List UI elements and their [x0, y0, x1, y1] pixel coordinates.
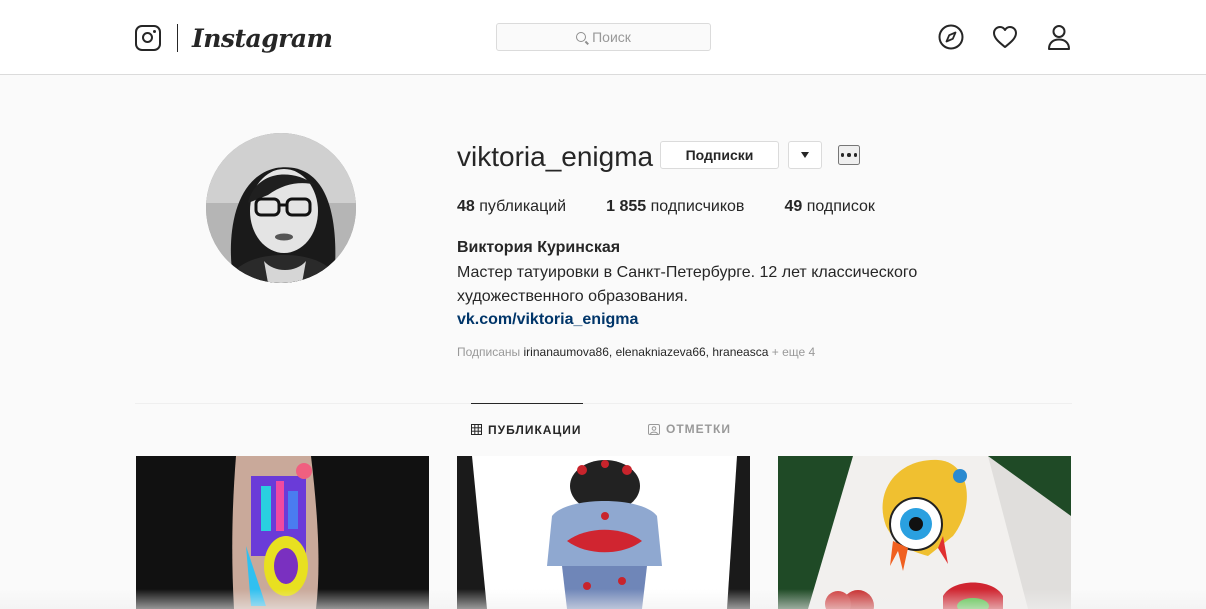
- followed-by-line[interactable]: Подписаны irinanaumova86, elenakniazeva6…: [457, 344, 815, 360]
- instagram-wordmark: Instagram: [192, 23, 333, 53]
- profile-stats: 48 публикаций 1 855 подписчиков 49 подпи…: [457, 197, 915, 217]
- instagram-logo[interactable]: Instagram: [135, 22, 333, 54]
- profile-website-link[interactable]: vk.com/viktoria_enigma: [457, 309, 638, 331]
- tabs-divider: [135, 403, 1072, 404]
- following-label: подписок: [806, 198, 875, 215]
- caret-down-icon: [801, 152, 809, 158]
- post-image-tattoo-arm: [136, 456, 429, 609]
- profile-bio: Мастер татуировки в Санкт-Петербурге. 12…: [457, 264, 918, 305]
- tagged-photo-icon: [648, 423, 660, 435]
- logo-divider: [177, 24, 178, 52]
- posts-count: 48: [457, 198, 475, 215]
- followers-label: подписчиков: [650, 198, 745, 215]
- search-placeholder: Поиск: [592, 29, 631, 45]
- following-stat[interactable]: 49 подписок: [784, 197, 874, 217]
- followers-stat[interactable]: 1 855 подписчиков: [606, 197, 744, 217]
- posts-stat: 48 публикаций: [457, 197, 566, 217]
- followed-by-user: irinanaumova86: [523, 345, 609, 359]
- followers-count: 1 855: [606, 198, 647, 215]
- profile-full-name: Виктория Куринская: [457, 239, 621, 256]
- profile-username: viktoria_enigma: [457, 141, 654, 172]
- tab-tagged-label: ОТМЕТКИ: [666, 422, 731, 436]
- followed-by-more: + еще 4: [771, 345, 816, 359]
- search-input[interactable]: Поиск: [496, 23, 711, 51]
- tab-posts[interactable]: ПУБЛИКАЦИИ: [471, 403, 584, 455]
- more-dot-icon: [853, 153, 858, 157]
- following-button[interactable]: Подписки: [660, 141, 779, 169]
- grid-icon: [471, 424, 482, 435]
- instagram-camera-icon: [135, 25, 161, 51]
- profile-person-icon[interactable]: [1045, 23, 1073, 51]
- post-thumbnail[interactable]: [457, 456, 750, 609]
- avatar-photo: [206, 133, 356, 283]
- posts-label: публикаций: [479, 198, 567, 215]
- more-dot-icon: [840, 153, 845, 157]
- top-navigation-bar: Instagram Поиск: [0, 0, 1206, 75]
- followed-by-user: elenakniazeva66: [615, 345, 706, 359]
- suggestions-dropdown-button[interactable]: [788, 141, 822, 169]
- followed-by-user: hraneasca: [712, 345, 769, 359]
- explore-compass-icon[interactable]: [937, 23, 965, 51]
- tab-posts-label: ПУБЛИКАЦИИ: [488, 422, 582, 437]
- post-image-flash-sheet: [778, 456, 1071, 609]
- post-image-framed-drawing: [457, 456, 750, 609]
- search-icon: [576, 32, 587, 42]
- post-thumbnail[interactable]: [778, 456, 1071, 609]
- followed-by-prefix: Подписаны: [457, 345, 521, 359]
- more-dot-icon: [847, 153, 851, 157]
- post-thumbnail[interactable]: [136, 456, 429, 609]
- more-options-button[interactable]: [838, 145, 860, 165]
- following-count: 49: [784, 198, 803, 215]
- tab-tagged[interactable]: ОТМЕТКИ: [648, 403, 731, 455]
- nav-icons: [937, 23, 1073, 51]
- profile-avatar[interactable]: [206, 133, 356, 283]
- activity-heart-icon[interactable]: [991, 23, 1019, 51]
